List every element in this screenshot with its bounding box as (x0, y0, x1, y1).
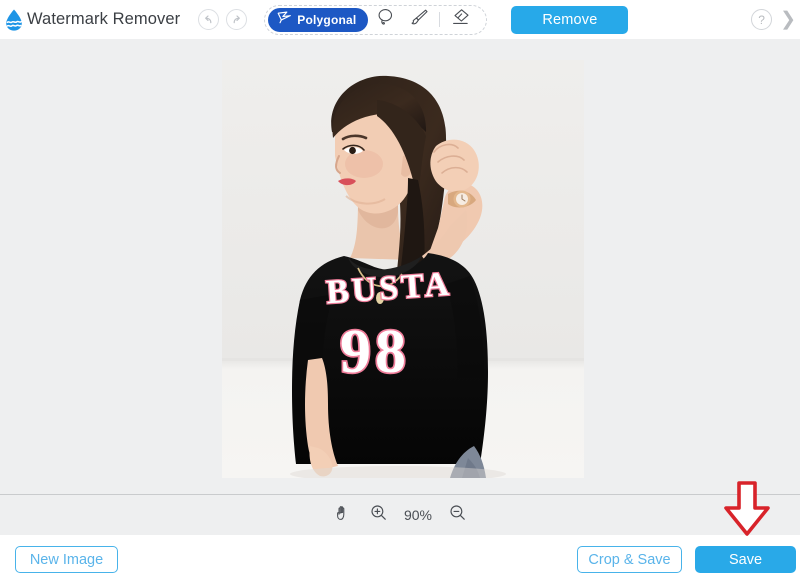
photo-image[interactable]: BUSTA 98 (222, 60, 584, 478)
tool-polygonal[interactable]: Polygonal (268, 7, 369, 32)
brand: Watermark Remover (0, 8, 180, 32)
zoom-toolbar: 90% (0, 494, 800, 535)
redo-button[interactable] (226, 9, 248, 30)
zoom-level-label: 90% (403, 507, 433, 523)
save-button[interactable]: Save (695, 546, 796, 573)
zoom-out-button[interactable] (446, 504, 468, 526)
water-drop-logo-icon (3, 8, 25, 32)
new-image-button[interactable]: New Image (15, 546, 118, 573)
crop-and-save-label: Crop & Save (588, 551, 671, 568)
zoom-in-button[interactable] (368, 504, 390, 526)
tool-eraser[interactable] (443, 7, 477, 33)
hand-tool-icon (335, 504, 351, 526)
help-button[interactable]: ? (751, 9, 773, 30)
eraser-icon (450, 8, 470, 31)
app-title: Watermark Remover (27, 10, 181, 28)
zoom-out-icon (449, 504, 466, 526)
question-mark-icon: ? (758, 12, 765, 27)
tool-divider (439, 12, 441, 27)
tool-polygonal-label: Polygonal (297, 12, 357, 27)
history-controls (198, 9, 248, 30)
tool-brush[interactable] (402, 7, 436, 33)
lasso-icon (377, 8, 394, 32)
photo-illustration: BUSTA 98 (222, 60, 584, 478)
chevron-right-icon: ❯ (780, 9, 796, 30)
editor-canvas[interactable]: BUSTA 98 (0, 39, 800, 494)
svg-text:98: 98 (340, 318, 410, 386)
remove-button[interactable]: Remove (511, 5, 629, 34)
app-footer: New Image Crop & Save Save (0, 535, 800, 584)
new-image-label: New Image (29, 551, 104, 568)
remove-button-label: Remove (542, 11, 598, 28)
app-header: Watermark Remover Polygonal Remove ? ❯ (0, 0, 800, 39)
brush-icon (410, 8, 429, 32)
redo-arrow-icon (230, 13, 243, 26)
save-button-label: Save (728, 551, 763, 568)
hand-tool-button[interactable] (332, 504, 354, 526)
undo-arrow-icon (202, 13, 215, 26)
tool-lasso[interactable] (368, 7, 402, 33)
next-button[interactable]: ❯ (780, 10, 798, 29)
header-right-controls: ? ❯ (751, 0, 798, 39)
watermark-remover-app: Watermark Remover Polygonal Remove ? ❯ B… (0, 0, 800, 584)
crop-and-save-button[interactable]: Crop & Save (577, 546, 682, 573)
polygonal-lasso-icon (277, 11, 292, 29)
tool-group: Polygonal (264, 4, 488, 35)
zoom-in-icon (370, 504, 387, 526)
undo-button[interactable] (198, 9, 220, 30)
